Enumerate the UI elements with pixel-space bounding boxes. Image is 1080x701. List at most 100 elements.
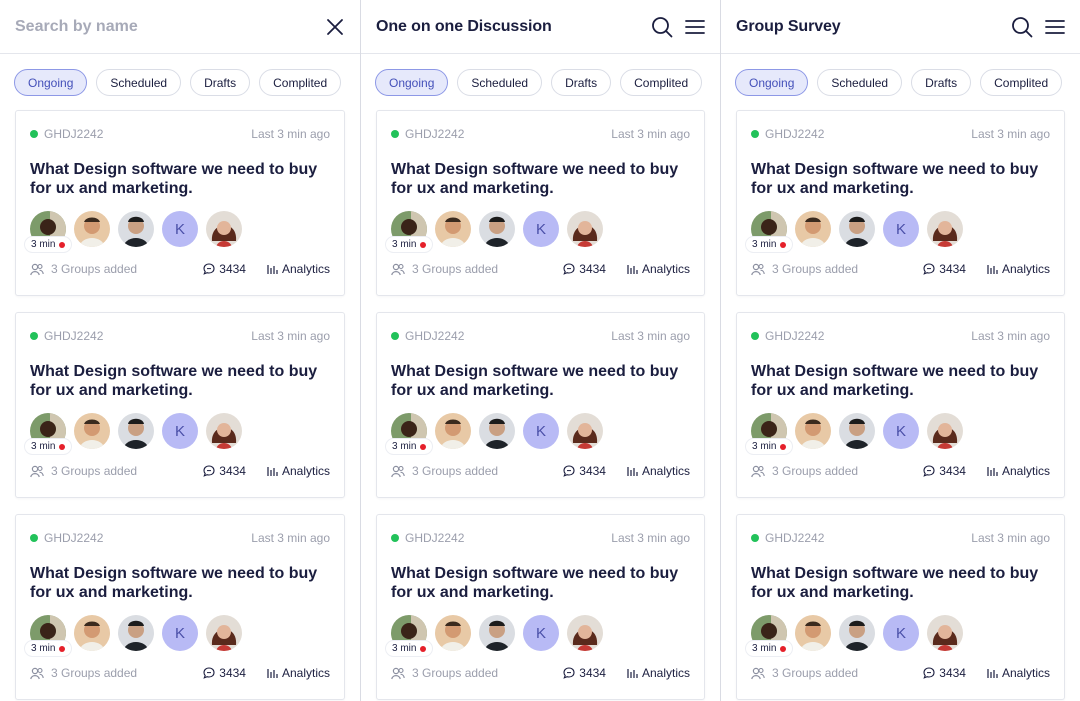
live-duration-label: 3 min [392,239,417,250]
card-meta: GHDJ2242 Last 3 min ago [751,111,1050,157]
card-code-label: GHDJ2242 [44,127,104,141]
discussion-card[interactable]: GHDJ2242 Last 3 min ago What Design soft… [15,110,345,296]
discussion-card[interactable]: GHDJ2242 Last 3 min ago What Design soft… [15,312,345,498]
card-footer: 3 Groups added 3434 Analytics [30,666,330,680]
avatar[interactable] [479,615,515,651]
avatar[interactable] [567,615,603,651]
search-icon[interactable] [651,16,673,38]
comments-button[interactable]: 3434 [203,464,246,478]
comments-button[interactable]: 3434 [923,262,966,276]
avatar-initial[interactable]: K [162,211,198,247]
search-icon[interactable] [1011,16,1033,38]
card-meta: GHDJ2242 Last 3 min ago [391,313,690,359]
avatar[interactable] [206,211,242,247]
menu-icon[interactable] [1045,19,1065,35]
tab-scheduled[interactable]: Scheduled [457,69,543,96]
analytics-button[interactable]: Analytics [627,666,690,680]
menu-icon[interactable] [685,19,705,35]
tab-complited[interactable]: Complited [259,69,342,96]
tab-drafts[interactable]: Drafts [911,69,972,96]
discussion-card[interactable]: GHDJ2242 Last 3 min ago What Design soft… [736,514,1065,700]
tab-ongoing[interactable]: Ongoing [375,69,449,96]
bar-chart-icon [627,264,638,275]
comments-button[interactable]: 3434 [923,464,966,478]
tab-drafts[interactable]: Drafts [551,69,612,96]
comments-button[interactable]: 3434 [203,262,246,276]
avatar[interactable] [206,413,242,449]
avatar[interactable] [479,211,515,247]
avatar[interactable] [435,211,471,247]
analytics-button[interactable]: Analytics [627,464,690,478]
avatar[interactable] [118,615,154,651]
tab-scheduled[interactable]: Scheduled [817,69,903,96]
avatar[interactable] [435,615,471,651]
bar-chart-icon [987,466,998,477]
avatar[interactable] [927,615,963,651]
chat-bubble-icon [923,667,935,679]
bar-chart-icon [267,668,278,679]
avatar[interactable] [74,211,110,247]
tab-scheduled[interactable]: Scheduled [96,69,182,96]
discussion-card[interactable]: GHDJ2242 Last 3 min ago What Design soft… [736,110,1065,296]
analytics-button[interactable]: Analytics [987,262,1050,276]
avatar[interactable] [567,211,603,247]
discussion-card[interactable]: GHDJ2242 Last 3 min ago What Design soft… [376,110,705,296]
analytics-button[interactable]: Analytics [267,262,330,276]
avatar[interactable] [927,211,963,247]
avatar[interactable] [206,615,242,651]
live-duration-badge: 3 min [25,237,72,252]
avatar-initial[interactable]: K [523,615,559,651]
avatar[interactable] [435,413,471,449]
avatar-initial[interactable]: K [523,211,559,247]
avatar-initial[interactable]: K [883,615,919,651]
analytics-button[interactable]: Analytics [267,666,330,680]
discussion-card[interactable]: GHDJ2242 Last 3 min ago What Design soft… [15,514,345,700]
avatar[interactable] [74,413,110,449]
comments-button[interactable]: 3434 [563,464,606,478]
analytics-button[interactable]: Analytics [987,666,1050,680]
analytics-button[interactable]: Analytics [267,464,330,478]
avatar[interactable] [118,413,154,449]
tab-drafts[interactable]: Drafts [190,69,251,96]
avatar[interactable] [839,211,875,247]
tab-complited[interactable]: Complited [620,69,703,96]
avatar[interactable] [795,211,831,247]
avatar[interactable] [118,211,154,247]
avatar-initial[interactable]: K [523,413,559,449]
tab-complited[interactable]: Complited [980,69,1063,96]
avatar[interactable] [567,413,603,449]
tab-ongoing[interactable]: Ongoing [14,69,88,96]
card-code: GHDJ2242 [30,127,103,141]
avatar[interactable] [479,413,515,449]
card-actions: 3434 Analytics [923,464,1050,478]
bar-chart-icon [627,668,638,679]
avatar-initial[interactable]: K [162,413,198,449]
avatar[interactable] [74,615,110,651]
avatar[interactable] [839,413,875,449]
avatar[interactable] [795,413,831,449]
live-duration-label: 3 min [31,643,56,654]
avatar[interactable] [927,413,963,449]
avatar[interactable] [795,615,831,651]
comments-button[interactable]: 3434 [563,262,606,276]
tab-ongoing[interactable]: Ongoing [735,69,809,96]
analytics-button[interactable]: Analytics [987,464,1050,478]
search-input[interactable]: Search by name [15,18,138,36]
comments-count: 3434 [579,464,606,478]
avatar-initial[interactable]: K [162,615,198,651]
live-duration-badge: 3 min [25,439,72,454]
discussion-card[interactable]: GHDJ2242 Last 3 min ago What Design soft… [376,312,705,498]
close-icon[interactable] [325,17,345,37]
analytics-label: Analytics [641,666,690,680]
discussion-card[interactable]: GHDJ2242 Last 3 min ago What Design soft… [736,312,1065,498]
card-list: GHDJ2242 Last 3 min ago What Design soft… [0,94,360,700]
discussion-card[interactable]: GHDJ2242 Last 3 min ago What Design soft… [376,514,705,700]
comments-button[interactable]: 3434 [563,666,606,680]
comments-button[interactable]: 3434 [203,666,246,680]
comments-button[interactable]: 3434 [923,666,966,680]
analytics-label: Analytics [281,464,330,478]
avatar-initial[interactable]: K [883,211,919,247]
avatar-initial[interactable]: K [883,413,919,449]
avatar[interactable] [839,615,875,651]
analytics-button[interactable]: Analytics [627,262,690,276]
